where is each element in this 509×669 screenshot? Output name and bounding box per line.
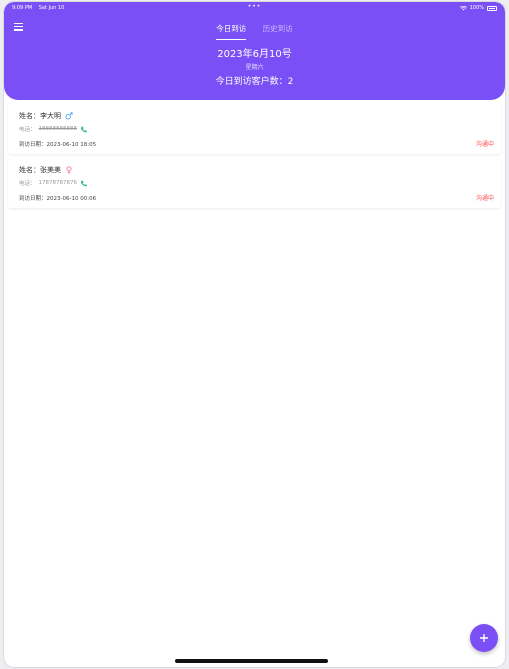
name-label: 姓名： [19, 112, 40, 120]
name-line: 姓名：李大明 [19, 111, 73, 121]
status-badge: 沟通中 [475, 141, 494, 148]
visit-date: 2023-06-10 18:05 [46, 142, 97, 148]
status-badge: 沟通中 [475, 195, 494, 202]
name-label: 姓名： [19, 166, 40, 174]
app-window: 9:09 PM Sat Jun 10 ••• 100% 今日到访 历史到访 20… [4, 2, 505, 667]
tab-bar: 今日到访 历史到访 [4, 23, 505, 40]
add-customer-button[interactable] [470, 624, 498, 652]
customer-name: 张美美 [40, 166, 61, 174]
phone-number[interactable]: 17878787876 [39, 180, 78, 186]
phone-line: 电话： 17878787876 [19, 179, 87, 187]
home-indicator[interactable] [175, 659, 328, 663]
customer-card[interactable]: 姓名：张美美 电话： 17878787876 到访日期：2023-06-10 0… [8, 157, 501, 208]
phone-number[interactable]: 18888888888 [39, 126, 78, 132]
weekday: 星期六 [245, 64, 264, 71]
phone-icon[interactable] [80, 180, 87, 187]
battery-icon [487, 5, 497, 11]
visit-label: 到访日期： [19, 142, 47, 148]
visit-date-line: 到访日期：2023-06-10 00:06 [19, 194, 96, 202]
current-date: 2023年6月10号 [217, 49, 292, 60]
visit-count: 今日到访客户数：2 [215, 77, 294, 87]
plus-icon [480, 634, 488, 642]
phone-label: 电话： [19, 127, 36, 133]
status-right: 100% [459, 5, 497, 11]
male-icon [65, 112, 73, 120]
female-icon [66, 166, 72, 174]
battery-percent: 100% [469, 5, 484, 11]
visit-date-line: 到访日期：2023-06-10 18:05 [19, 140, 96, 148]
multitask-dots[interactable]: ••• [4, 3, 505, 10]
visit-date: 2023-06-10 00:06 [46, 196, 97, 202]
name-line: 姓名：张美美 [19, 165, 73, 175]
tab-history-visits[interactable]: 历史到访 [263, 23, 293, 40]
customer-name: 李大明 [40, 112, 61, 120]
phone-label: 电话： [19, 181, 36, 187]
app-header: 9:09 PM Sat Jun 10 ••• 100% 今日到访 历史到访 20… [4, 2, 505, 100]
wifi-icon [459, 5, 467, 10]
phone-icon[interactable] [80, 126, 87, 133]
tab-today-visits[interactable]: 今日到访 [216, 23, 247, 40]
phone-line: 电话： 18888888888 [19, 125, 87, 133]
customer-card[interactable]: 姓名：李大明 电话： 18888888888 到访日期：2023-06-10 1… [8, 103, 501, 154]
visit-label: 到访日期： [19, 196, 47, 202]
status-bar: 9:09 PM Sat Jun 10 ••• 100% [4, 2, 505, 14]
